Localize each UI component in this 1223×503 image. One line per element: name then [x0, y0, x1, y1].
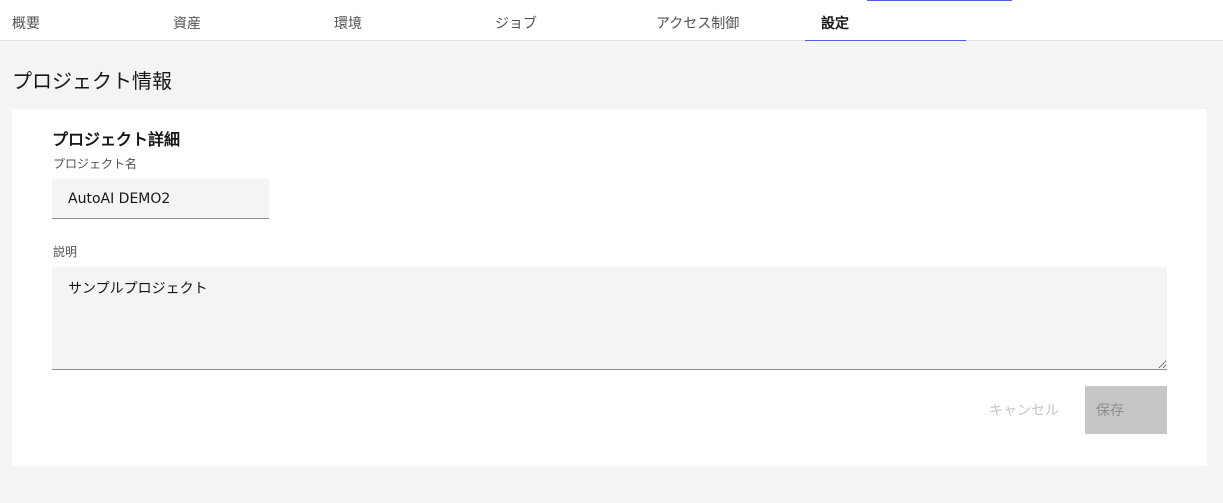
- tab-assets[interactable]: 資産: [161, 0, 322, 40]
- project-details-card: プロジェクト詳細 プロジェクト名 説明 サンプルプロジェクト キャンセル 保存: [12, 109, 1207, 466]
- tab-settings[interactable]: 設定: [805, 0, 966, 41]
- project-name-input[interactable]: [52, 179, 269, 219]
- page-title: プロジェクト情報: [12, 69, 172, 93]
- tab-overview[interactable]: 概要: [0, 0, 161, 40]
- description-textarea[interactable]: サンプルプロジェクト: [52, 267, 1167, 370]
- tab-jobs[interactable]: ジョブ: [483, 0, 644, 40]
- tab-access-control[interactable]: アクセス制御: [644, 0, 805, 40]
- tab-environments[interactable]: 環境: [322, 0, 483, 40]
- cancel-button[interactable]: キャンセル: [974, 386, 1074, 434]
- save-button[interactable]: 保存: [1085, 386, 1167, 434]
- section-title: プロジェクト詳細: [52, 130, 181, 149]
- description-label: 説明: [53, 245, 78, 259]
- project-name-label: プロジェクト名: [53, 157, 138, 171]
- tab-bar: 概要 資産 環境 ジョブ アクセス制御 設定: [0, 0, 1223, 41]
